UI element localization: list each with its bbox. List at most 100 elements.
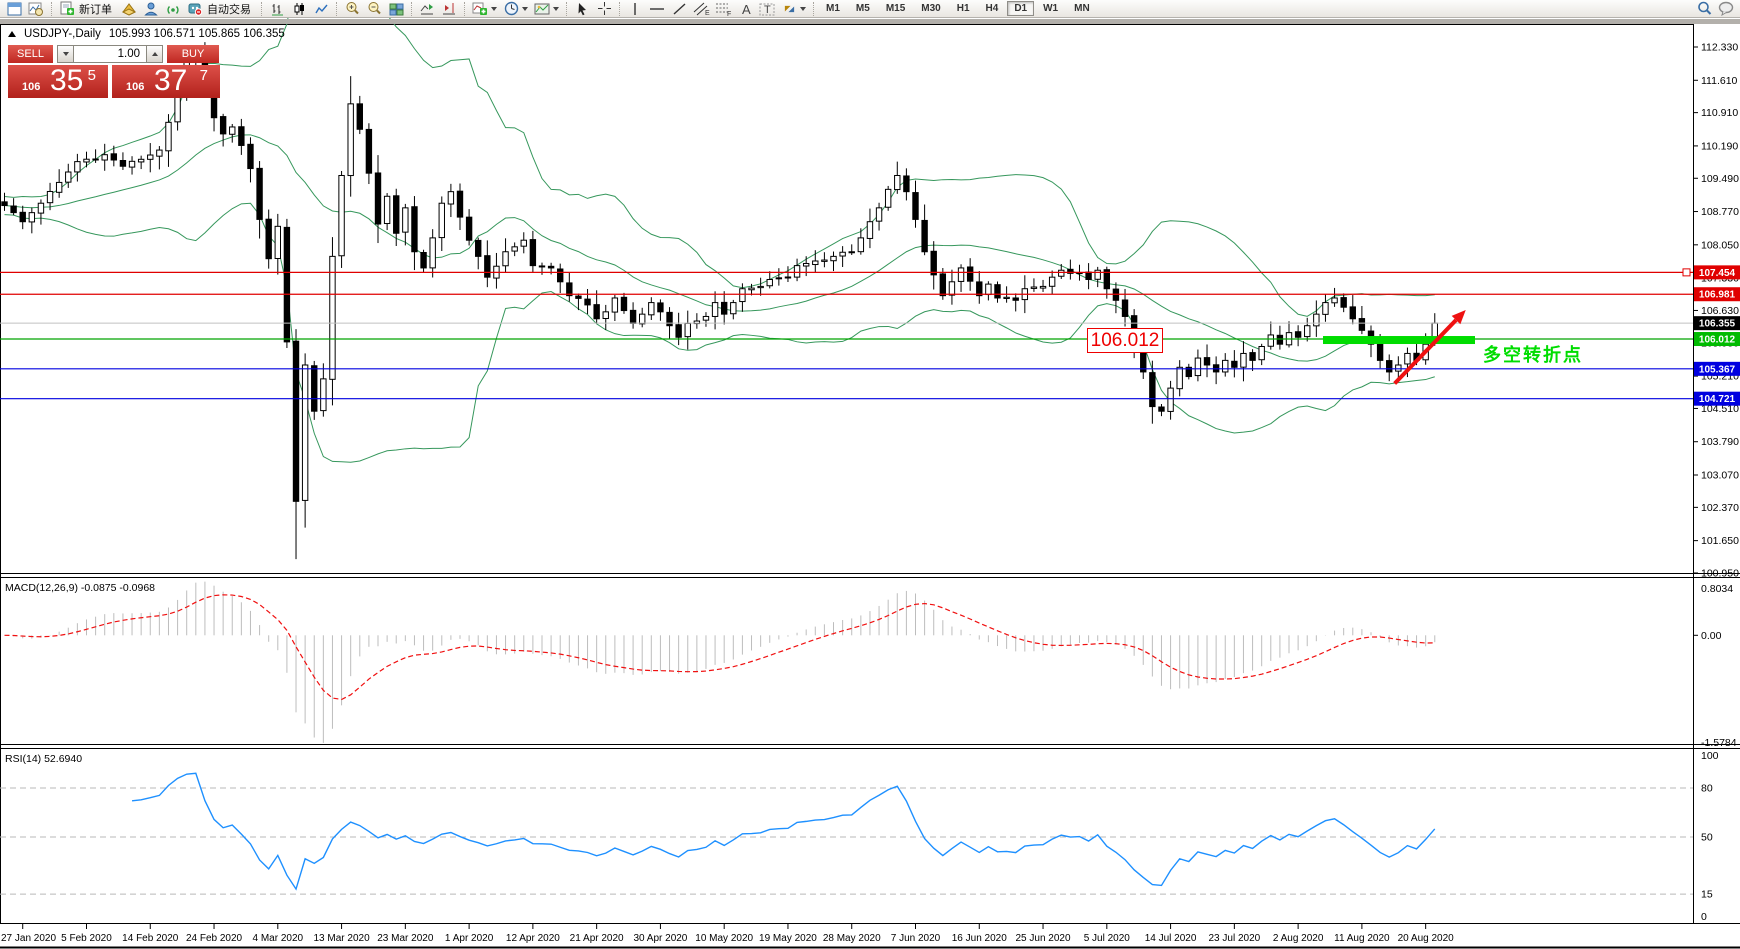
new-order-icon[interactable]: [56, 1, 78, 17]
trend-arrow-shaft[interactable]: [1395, 320, 1456, 383]
bear-candle: [913, 193, 918, 220]
volume-increase-button[interactable]: [146, 45, 163, 63]
buy-button[interactable]: BUY: [167, 45, 219, 63]
template-icon[interactable]: [531, 1, 553, 17]
chart-window-icon[interactable]: [3, 1, 25, 17]
chat-icon[interactable]: [1715, 1, 1737, 17]
collapse-triangle-icon[interactable]: [8, 31, 16, 37]
sell-price-prefix: 106: [22, 81, 40, 93]
timeframe-h1[interactable]: H1: [950, 1, 977, 16]
date-label: 21 Apr 2020: [570, 933, 624, 944]
support-highlight-bar[interactable]: [1323, 336, 1475, 344]
text-tool-icon[interactable]: A: [734, 1, 756, 17]
channel-tool-icon[interactable]: E: [690, 1, 712, 17]
trendline-tool-icon[interactable]: [668, 1, 690, 17]
arrows-tool-icon[interactable]: [778, 1, 800, 17]
bull-candle: [1332, 298, 1337, 303]
hline-handle[interactable]: [1683, 269, 1690, 276]
timeframe-m30[interactable]: M30: [914, 1, 947, 16]
bull-candle: [949, 282, 954, 295]
sell-price-big: 35: [50, 64, 83, 98]
bollinger-middle-band: [5, 135, 1435, 361]
auto-trading-label[interactable]: 自动交易: [207, 1, 251, 17]
rsi-indicator-label: RSI(14) 52.6940: [5, 753, 82, 765]
bar-chart-icon[interactable]: [266, 1, 288, 17]
cursor-icon[interactable]: [571, 1, 593, 17]
timeframe-h4[interactable]: H4: [979, 1, 1006, 16]
auto-trading-icon[interactable]: [184, 1, 206, 17]
bull-candle: [1095, 270, 1100, 279]
toolbar-separator: [619, 2, 620, 16]
timeframe-m15[interactable]: M15: [879, 1, 912, 16]
bull-candle: [439, 203, 444, 237]
bull-candle: [794, 266, 799, 277]
timeframe-d1[interactable]: D1: [1007, 1, 1034, 16]
date-label: 12 Apr 2020: [506, 933, 560, 944]
toolbar-separator: [813, 2, 814, 16]
price-tick-label: 111.610: [1701, 75, 1738, 87]
horizontal-line-tool-icon[interactable]: [646, 1, 668, 17]
toolbar-separator: [411, 2, 412, 16]
bear-candle: [1232, 361, 1237, 367]
zoom-out-icon[interactable]: [363, 1, 385, 17]
bull-candle: [339, 175, 344, 255]
timeframe-m1[interactable]: M1: [819, 1, 847, 16]
bear-candle: [2, 202, 7, 206]
auto-scroll-icon[interactable]: [416, 1, 438, 17]
bull-candle: [603, 312, 608, 319]
volume-input[interactable]: [74, 45, 146, 63]
chart-shift-icon[interactable]: [438, 1, 460, 17]
caret-down-icon[interactable]: [522, 7, 528, 11]
bear-candle: [1341, 298, 1346, 308]
bear-candle: [366, 129, 371, 173]
bull-candle: [275, 226, 280, 258]
crosshair-icon[interactable]: [593, 1, 615, 17]
tile-windows-icon[interactable]: [385, 1, 407, 17]
search-icon[interactable]: [1693, 1, 1715, 17]
timeframe-mn[interactable]: MN: [1067, 1, 1097, 16]
caret-down-icon[interactable]: [553, 7, 559, 11]
profile-chart-icon[interactable]: [25, 1, 47, 17]
timeframe-m5[interactable]: M5: [849, 1, 877, 16]
sell-button[interactable]: SELL: [8, 45, 53, 63]
line-chart-icon[interactable]: [310, 1, 332, 17]
sell-price-box[interactable]: 106 35 5: [8, 65, 108, 98]
price-level-annotation[interactable]: 106.012: [1087, 328, 1163, 353]
signals-icon[interactable]: [162, 1, 184, 17]
buy-price-box[interactable]: 106 37 7: [112, 65, 220, 98]
bull-candle: [348, 104, 353, 176]
date-label: 20 Aug 2020: [1398, 933, 1455, 944]
caret-down-icon[interactable]: [491, 7, 497, 11]
bear-candle: [721, 302, 726, 314]
bull-candle: [138, 159, 143, 162]
bull-candle: [1305, 326, 1310, 337]
vertical-line-tool-icon[interactable]: [624, 1, 646, 17]
zoom-in-icon[interactable]: [341, 1, 363, 17]
bull-candle: [1396, 365, 1401, 371]
toolbar-separator: [261, 2, 262, 16]
volume-decrease-button[interactable]: [57, 45, 74, 63]
community-icon[interactable]: [140, 1, 162, 17]
bull-candle: [895, 175, 900, 189]
price-tick-label: 106.630: [1701, 305, 1739, 317]
new-order-label[interactable]: 新订单: [79, 1, 112, 17]
bull-candle: [84, 159, 89, 162]
bull-candle: [93, 159, 98, 160]
turning-point-annotation[interactable]: 多空转折点: [1483, 341, 1583, 367]
text-label-tool-icon[interactable]: T: [756, 1, 778, 17]
caret-down-icon[interactable]: [800, 7, 806, 11]
chart-canvas: 112.330111.610110.910110.190109.490108.7…: [0, 0, 1740, 949]
price-tick-label: 108.770: [1701, 206, 1739, 218]
bear-candle: [485, 256, 490, 278]
indicators-icon[interactable]: [118, 1, 140, 17]
timeframe-w1[interactable]: W1: [1036, 1, 1065, 16]
bear-candle: [1150, 373, 1155, 407]
toolbar-separator: [336, 2, 337, 16]
add-indicator-icon[interactable]: [469, 1, 491, 17]
fibonacci-tool-icon[interactable]: F: [712, 1, 734, 17]
bull-candle: [858, 238, 863, 252]
macd-axis-min: -1.5784: [1701, 737, 1737, 749]
price-tick-label: 103.070: [1701, 469, 1739, 481]
period-clock-icon[interactable]: [500, 1, 522, 17]
candlestick-chart-icon[interactable]: [288, 1, 310, 17]
